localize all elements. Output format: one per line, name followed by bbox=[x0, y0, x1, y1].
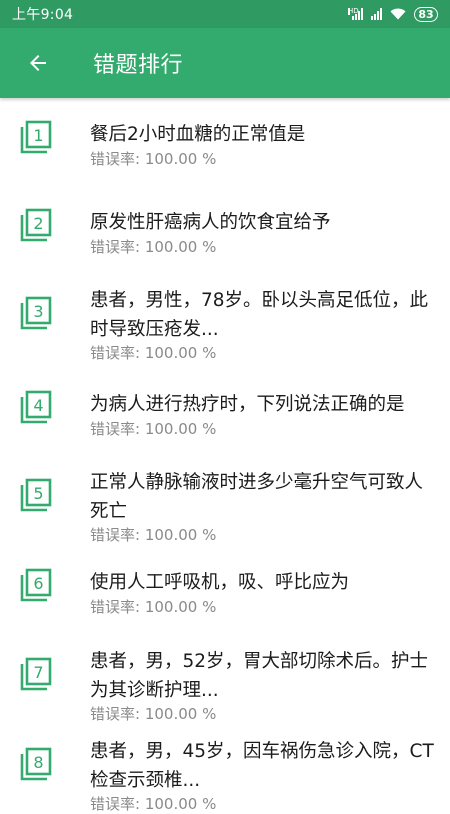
app-bar: 错题排行 bbox=[0, 28, 450, 98]
error-rate: 错误率: 100.00 % bbox=[90, 793, 216, 814]
question-text: 餐后2小时血糖的正常值是 bbox=[90, 124, 306, 145]
error-rate-value: 100.00 % bbox=[144, 705, 217, 723]
svg-text:3: 3 bbox=[33, 302, 43, 321]
status-icons: HD 83 bbox=[348, 6, 438, 22]
error-rate-label: 错误率: bbox=[90, 705, 145, 723]
arrow-left-icon bbox=[30, 55, 46, 71]
svg-text:8: 8 bbox=[33, 753, 43, 772]
svg-text:1: 1 bbox=[33, 126, 43, 145]
error-rate-label: 错误率: bbox=[90, 795, 145, 813]
error-rate: 错误率: 100.00 % bbox=[90, 703, 216, 724]
question-text: 患者，男，52岁，胃大部切除术后。护士为其诊断护理... bbox=[90, 651, 429, 701]
error-rate-value: 100.00 % bbox=[144, 420, 217, 438]
signal-icon: HD bbox=[348, 8, 363, 20]
question-text: 患者，男，45岁，因车祸伤急诊入院，CT检查示颈椎... bbox=[90, 741, 434, 791]
error-rate-label: 错误率: bbox=[90, 420, 145, 438]
battery-level: 83 bbox=[418, 7, 434, 21]
hd-label: HD bbox=[348, 7, 359, 15]
status-bar: 上午9:04 HD 83 bbox=[0, 0, 450, 28]
error-rate: 错误率: 100.00 % bbox=[90, 596, 216, 617]
page-title: 错题排行 bbox=[93, 53, 184, 78]
error-rate-value: 100.00 % bbox=[144, 795, 217, 813]
question-text: 患者，男性，78岁。卧以头高足低位，此时导致压疮发... bbox=[90, 290, 429, 340]
signal-icon-2 bbox=[371, 8, 382, 20]
svg-text:4: 4 bbox=[33, 396, 43, 415]
wifi-icon bbox=[390, 8, 406, 20]
rank-badge-icon: 3 bbox=[20, 296, 52, 330]
question-text: 原发性肝癌病人的饮食宜给予 bbox=[90, 212, 331, 233]
rank-badge-icon: 2 bbox=[20, 208, 52, 242]
svg-text:7: 7 bbox=[33, 663, 43, 682]
error-rate-label: 错误率: bbox=[90, 150, 145, 168]
error-rate: 错误率: 100.00 % bbox=[90, 524, 216, 545]
error-rate-value: 100.00 % bbox=[144, 238, 217, 256]
error-rate-value: 100.00 % bbox=[144, 344, 217, 362]
question-text: 为病人进行热疗时，下列说法正确的是 bbox=[90, 394, 405, 415]
error-rate-value: 100.00 % bbox=[144, 526, 217, 544]
svg-text:5: 5 bbox=[33, 484, 43, 503]
error-rate: 错误率: 100.00 % bbox=[90, 148, 216, 169]
error-rate-label: 错误率: bbox=[90, 526, 145, 544]
back-button[interactable] bbox=[18, 43, 58, 83]
svg-text:2: 2 bbox=[33, 214, 43, 233]
error-rate-value: 100.00 % bbox=[144, 598, 217, 616]
rank-badge-icon: 1 bbox=[20, 120, 52, 154]
rank-badge-icon: 7 bbox=[20, 657, 52, 691]
error-rate-label: 错误率: bbox=[90, 238, 145, 256]
error-rate: 错误率: 100.00 % bbox=[90, 418, 216, 439]
svg-text:6: 6 bbox=[33, 574, 43, 593]
error-rate-label: 错误率: bbox=[90, 598, 145, 616]
error-rate: 错误率: 100.00 % bbox=[90, 236, 216, 257]
rank-badge-icon: 4 bbox=[20, 390, 52, 424]
rank-badge-icon: 6 bbox=[20, 568, 52, 602]
error-rate-label: 错误率: bbox=[90, 344, 145, 362]
error-rate: 错误率: 100.00 % bbox=[90, 342, 216, 363]
rank-badge-icon: 5 bbox=[20, 478, 52, 512]
status-time: 上午9:04 bbox=[12, 7, 74, 23]
error-rate-value: 100.00 % bbox=[144, 150, 217, 168]
rank-badge-icon: 8 bbox=[20, 747, 52, 781]
question-text: 正常人静脉输液时进多少毫升空气可致人死亡 bbox=[90, 472, 424, 522]
battery-icon: 83 bbox=[414, 6, 438, 22]
question-text: 使用人工呼吸机，吸、呼比应为 bbox=[90, 572, 350, 593]
